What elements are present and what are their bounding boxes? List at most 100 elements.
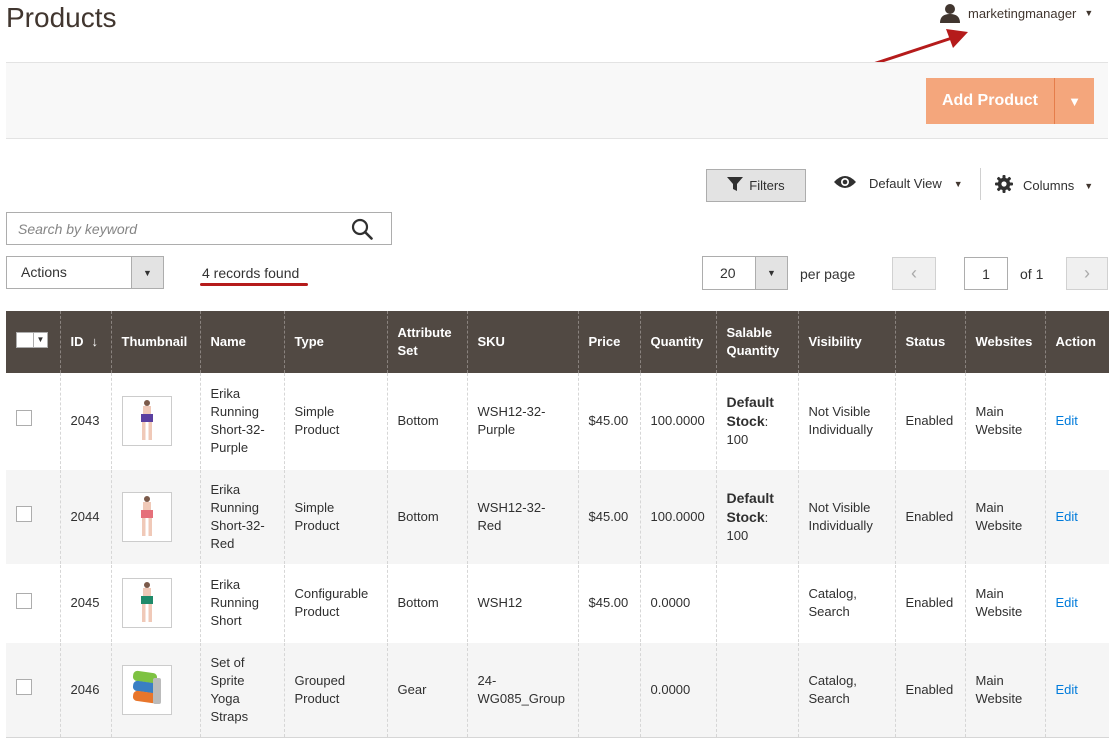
cell-action: Edit bbox=[1044, 642, 1109, 738]
cell-action: Edit bbox=[1044, 373, 1109, 470]
search-icon[interactable] bbox=[351, 218, 373, 243]
add-product-button[interactable]: Add Product bbox=[926, 78, 1054, 124]
column-header-price[interactable]: Price bbox=[577, 311, 640, 373]
toolbar-divider bbox=[980, 168, 981, 200]
column-header-visibility[interactable]: Visibility bbox=[797, 311, 895, 373]
cell-status: Enabled bbox=[894, 373, 965, 470]
cell-thumbnail bbox=[110, 564, 200, 643]
product-thumbnail[interactable] bbox=[121, 491, 172, 542]
cell-sku: WSH12-32-Purple bbox=[466, 373, 578, 470]
chevron-down-icon: ▼ bbox=[1084, 180, 1094, 191]
cell-thumbnail bbox=[110, 373, 200, 470]
chevron-down-icon: ▼ bbox=[33, 333, 47, 347]
eye-icon bbox=[833, 175, 857, 192]
cell-status: Enabled bbox=[894, 469, 965, 565]
cell-quantity: 100.0000 bbox=[639, 469, 716, 565]
column-header-type[interactable]: Type bbox=[283, 311, 387, 373]
column-header-status[interactable]: Status bbox=[894, 311, 965, 373]
column-header-quantity[interactable]: Quantity bbox=[639, 311, 716, 373]
actions-label: Actions bbox=[21, 264, 67, 280]
next-page-button[interactable]: › bbox=[1066, 257, 1108, 290]
table-row: 2045 Erika Running Short Configurable Pr… bbox=[6, 564, 1109, 643]
edit-link[interactable]: Edit bbox=[1056, 413, 1078, 428]
cell-price: $45.00 bbox=[577, 469, 640, 565]
cell-visibility: Not Visible Individually bbox=[797, 469, 895, 565]
cell-attribute-set: Bottom bbox=[386, 373, 467, 470]
row-checkbox[interactable] bbox=[16, 592, 32, 609]
view-label: Default View bbox=[869, 176, 942, 191]
product-thumbnail[interactable] bbox=[121, 664, 172, 715]
total-pages-label: of 1 bbox=[1020, 266, 1044, 282]
cell-name: Set of Sprite Yoga Straps bbox=[199, 642, 284, 738]
funnel-icon bbox=[727, 177, 744, 194]
column-header-id[interactable]: ID ↓ bbox=[59, 311, 111, 373]
row-select-cell bbox=[6, 564, 60, 643]
mass-actions-select[interactable]: Actions ▼ bbox=[6, 256, 164, 289]
cell-type: Simple Product bbox=[283, 373, 387, 470]
cell-type: Simple Product bbox=[283, 469, 387, 565]
cell-quantity: 0.0000 bbox=[639, 564, 716, 643]
filters-label: Filters bbox=[749, 178, 785, 193]
column-header-salable-quantity: Salable Quantity bbox=[715, 311, 798, 373]
table-row: 2044 Erika Running Short-32-Red Simple P… bbox=[6, 469, 1109, 565]
row-checkbox[interactable] bbox=[16, 506, 32, 522]
cell-id: 2046 bbox=[59, 642, 111, 738]
products-grid: ▼ ID ↓ Thumbnail Name Type Attribute Set … bbox=[6, 311, 1109, 738]
cell-attribute-set: Gear bbox=[386, 642, 467, 738]
mass-select-checkbox[interactable]: ▼ bbox=[16, 332, 48, 348]
column-header-attribute-set[interactable]: Attribute Set bbox=[386, 311, 467, 373]
chevron-down-icon: ▼ bbox=[1084, 8, 1094, 18]
cell-websites: Main Website bbox=[964, 564, 1045, 643]
cell-id: 2045 bbox=[59, 564, 111, 643]
cell-quantity: 100.0000 bbox=[639, 373, 716, 470]
row-checkbox[interactable] bbox=[16, 410, 32, 427]
columns-control[interactable]: Columns ▼ bbox=[995, 175, 1093, 196]
user-account-menu[interactable]: marketingmanager ▼ bbox=[940, 2, 1093, 24]
username-label: marketingmanager bbox=[968, 5, 1077, 21]
edit-link[interactable]: Edit bbox=[1056, 682, 1078, 697]
edit-link[interactable]: Edit bbox=[1056, 595, 1078, 610]
column-header-sku[interactable]: SKU bbox=[466, 311, 578, 373]
stock-value: 100 bbox=[726, 431, 749, 447]
chevron-left-icon: ‹ bbox=[911, 263, 917, 283]
edit-link[interactable]: Edit bbox=[1056, 509, 1078, 524]
cell-salable-quantity: Default Stock: 100 bbox=[715, 373, 798, 470]
cell-attribute-set: Bottom bbox=[386, 564, 467, 643]
previous-page-button[interactable]: ‹ bbox=[892, 257, 936, 290]
cell-price bbox=[577, 642, 640, 738]
column-header-name[interactable]: Name bbox=[199, 311, 284, 373]
add-product-split-button: Add Product ▼ bbox=[926, 78, 1094, 124]
per-page-value: 20 bbox=[720, 265, 736, 281]
mass-select-header: ▼ bbox=[6, 311, 60, 373]
view-switcher[interactable]: Default View ▼ bbox=[833, 175, 963, 192]
product-thumbnail[interactable] bbox=[121, 395, 172, 446]
sort-descending-icon: ↓ bbox=[91, 334, 99, 349]
page-number-input[interactable] bbox=[964, 257, 1008, 290]
cell-salable-quantity bbox=[715, 564, 798, 643]
search-input[interactable] bbox=[7, 213, 337, 244]
page-title: Products bbox=[6, 2, 117, 33]
row-select-cell bbox=[6, 373, 60, 470]
cell-type: Configurable Product bbox=[283, 564, 387, 643]
cell-thumbnail bbox=[110, 642, 200, 738]
chevron-right-icon: › bbox=[1084, 263, 1090, 283]
per-page-select[interactable]: 20 ▼ bbox=[702, 256, 788, 290]
cell-visibility: Catalog, Search bbox=[797, 642, 895, 738]
cell-attribute-set: Bottom bbox=[386, 469, 467, 565]
cell-id: 2043 bbox=[59, 373, 111, 470]
product-thumbnail[interactable] bbox=[121, 578, 172, 628]
cell-name: Erika Running Short-32-Purple bbox=[199, 373, 284, 470]
grid-header-row: ▼ ID ↓ Thumbnail Name Type Attribute Set … bbox=[6, 311, 1109, 373]
column-header-thumbnail: Thumbnail bbox=[110, 311, 200, 373]
filters-button[interactable]: Filters bbox=[706, 169, 806, 202]
cell-salable-quantity: Default Stock: 100 bbox=[715, 469, 798, 565]
column-header-websites[interactable]: Websites bbox=[964, 311, 1045, 373]
row-checkbox[interactable] bbox=[16, 679, 32, 695]
cell-id: 2044 bbox=[59, 469, 111, 565]
add-product-type-toggle[interactable]: ▼ bbox=[1054, 78, 1094, 124]
cell-status: Enabled bbox=[894, 642, 965, 738]
table-row: 2043 Erika Running Short-32-Purple Simpl… bbox=[6, 373, 1109, 470]
columns-label: Columns bbox=[1023, 178, 1075, 193]
cell-quantity: 0.0000 bbox=[639, 642, 716, 738]
cell-websites: Main Website bbox=[964, 469, 1045, 565]
